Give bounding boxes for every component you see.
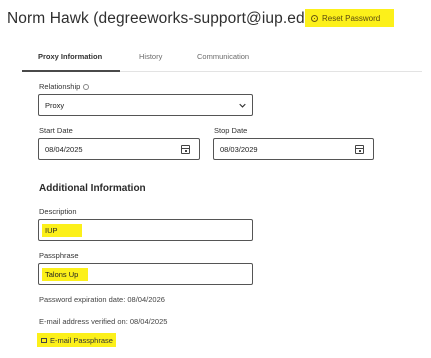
circle-icon <box>311 14 318 22</box>
reset-password-button[interactable]: Reset Password <box>305 9 394 27</box>
stop-date-value: 08/03/2029 <box>220 144 258 154</box>
additional-information-heading: Additional Information <box>39 183 146 194</box>
tab-communication[interactable]: Communication <box>197 52 249 61</box>
chevron-down-icon <box>239 103 246 108</box>
reset-password-label: Reset Password <box>322 13 381 23</box>
stop-date-field[interactable]: 08/03/2029 <box>213 138 374 160</box>
email-passphrase-button[interactable]: E-mail Passphrase <box>37 333 116 347</box>
passphrase-value: Talons Up <box>42 267 89 281</box>
tab-bar: Proxy Information History Communication <box>22 46 422 74</box>
passphrase-label: Passphrase <box>39 251 79 260</box>
description-value: IUP <box>42 223 82 237</box>
envelope-icon <box>41 337 47 343</box>
info-icon <box>83 84 90 91</box>
calendar-icon[interactable] <box>181 145 190 154</box>
start-date-field[interactable]: 08/04/2025 <box>38 138 200 160</box>
password-expiration-text: Password expiration date: 08/04/2026 <box>39 295 165 304</box>
tab-history[interactable]: History <box>139 52 162 61</box>
passphrase-field[interactable]: Talons Up <box>38 263 253 285</box>
page-header: Norm Hawk (degreeworks-support@iup.edu) <box>7 8 319 30</box>
start-date-label: Start Date <box>39 126 73 135</box>
stop-date-label: Stop Date <box>214 126 248 135</box>
relationship-label-text: Relationship <box>39 82 81 91</box>
start-date-value: 08/04/2025 <box>45 144 83 154</box>
email-verified-text: E-mail address verified on: 08/04/2025 <box>39 317 168 326</box>
email-passphrase-label: E-mail Passphrase <box>50 335 113 345</box>
description-field[interactable]: IUP <box>38 219 253 241</box>
tab-proxy-information[interactable]: Proxy Information <box>38 52 102 61</box>
relationship-value: Proxy <box>45 100 65 110</box>
active-tab-indicator <box>22 70 120 72</box>
relationship-select[interactable]: Proxy <box>38 94 253 116</box>
page-title: Norm Hawk (degreeworks-support@iup.edu) <box>7 10 319 27</box>
description-label: Description <box>39 207 77 216</box>
relationship-label: Relationship <box>39 82 90 91</box>
calendar-icon[interactable] <box>355 145 364 154</box>
